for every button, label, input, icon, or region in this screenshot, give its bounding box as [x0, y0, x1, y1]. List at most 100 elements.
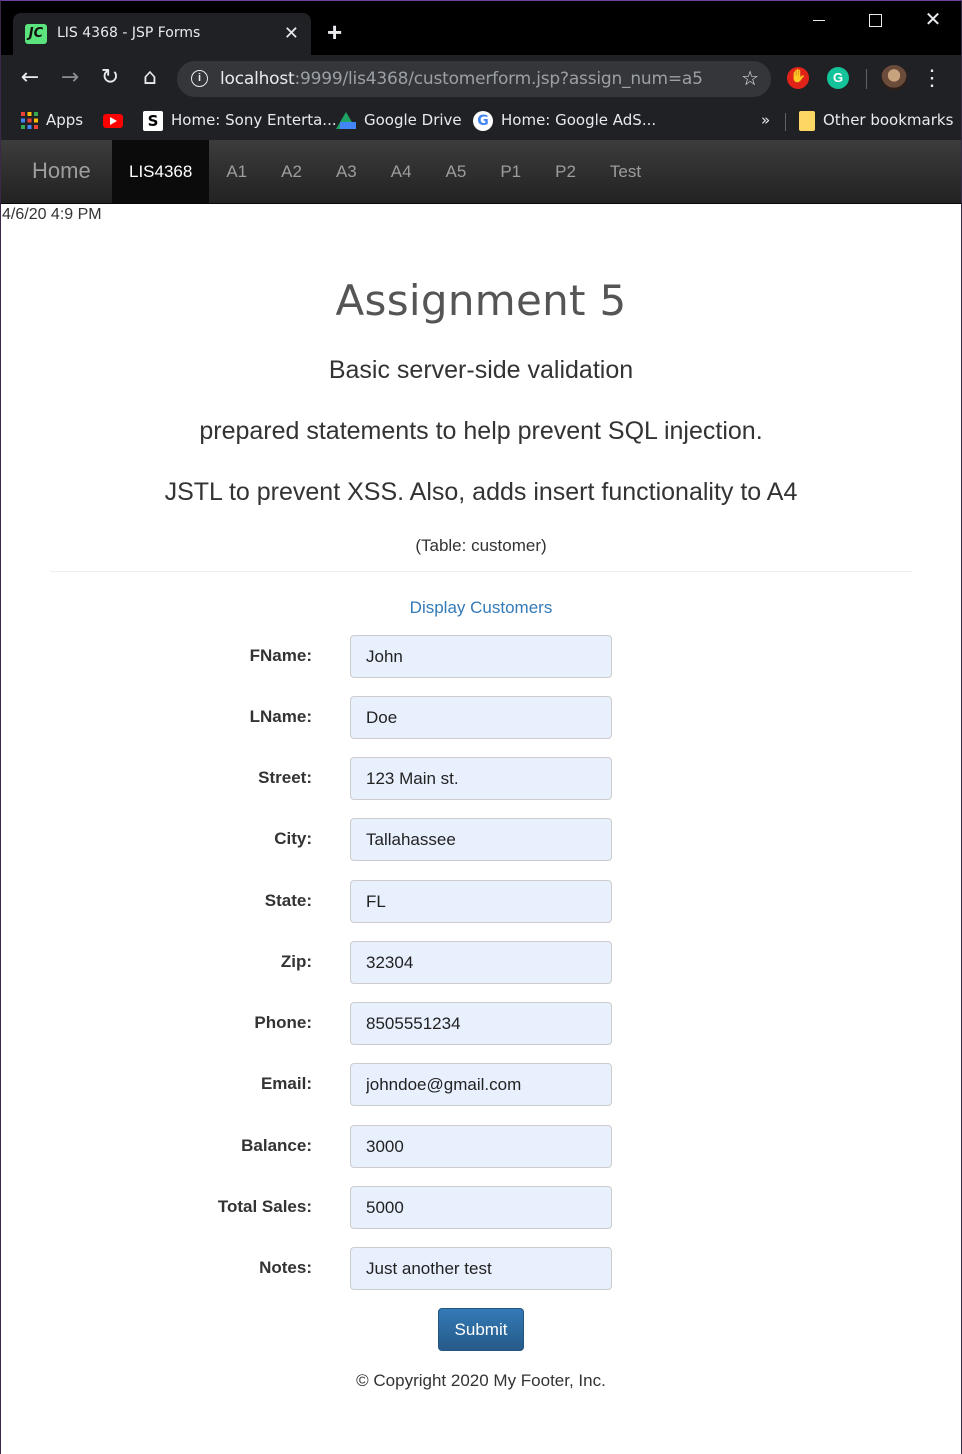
bookmark-google-ads[interactable]: G Home: Google AdS... — [473, 109, 656, 131]
other-bookmarks-folder[interactable]: Other bookmarks — [799, 109, 953, 131]
zip-label: Zip: — [280, 952, 312, 971]
zip-field[interactable] — [350, 941, 612, 984]
browser-tab[interactable]: JC LIS 4368 - JSP Forms ✕ — [13, 13, 311, 55]
nav-item-a5[interactable]: A5 — [429, 140, 484, 203]
grammarly-extension-icon[interactable]: G — [827, 67, 849, 89]
state-field[interactable] — [350, 880, 612, 923]
bookmark-label: Google Drive — [364, 111, 462, 129]
form-row-fname: FName: — [0, 635, 962, 678]
email-field[interactable] — [350, 1063, 612, 1106]
browser-menu-icon[interactable]: ⋮ — [921, 63, 943, 93]
table-info: (Table: customer) — [415, 536, 547, 555]
balance-label: Balance: — [241, 1136, 312, 1155]
apps-grid-icon — [21, 112, 38, 129]
form-row-street: Street: — [0, 757, 962, 800]
nav-item-p2[interactable]: P2 — [538, 140, 593, 203]
close-tab-icon[interactable]: ✕ — [284, 22, 299, 44]
browser-chrome: JC LIS 4368 - JSP Forms ✕ + ✕ ← → ↻ ⌂ i … — [0, 0, 962, 141]
phone-field[interactable] — [350, 1002, 612, 1045]
new-tab-icon[interactable]: + — [327, 17, 342, 47]
bookmark-star-icon[interactable]: ☆ — [741, 66, 759, 91]
close-window-button[interactable]: ✕ — [919, 9, 947, 33]
navbar-brand-home[interactable]: Home — [32, 158, 91, 184]
fname-label: FName: — [249, 646, 312, 665]
lname-label: LName: — [249, 707, 312, 726]
divider — [50, 571, 912, 572]
total-sales-label: Total Sales: — [217, 1197, 312, 1216]
form-row-total-sales: Total Sales: — [0, 1186, 962, 1229]
tab-title: LIS 4368 - JSP Forms — [57, 25, 201, 41]
maximize-window-button[interactable] — [861, 9, 889, 33]
page-title: Assignment 5 — [335, 276, 627, 325]
sony-icon: S — [143, 110, 163, 131]
tab-strip: JC LIS 4368 - JSP Forms ✕ + ✕ — [1, 1, 961, 55]
home-icon[interactable]: ⌂ — [135, 63, 165, 93]
google-icon: G — [473, 110, 493, 131]
adblock-extension-icon[interactable] — [787, 67, 809, 89]
nav-item-test[interactable]: Test — [593, 140, 658, 203]
bookmark-youtube[interactable] — [103, 109, 131, 131]
other-bookmarks-label: Other bookmarks — [823, 111, 954, 129]
display-customers-link[interactable]: Display Customers — [0, 598, 962, 618]
form-row-notes: Notes: — [0, 1247, 962, 1290]
bookmark-label: Apps — [46, 111, 84, 129]
bookmark-google-drive[interactable]: Google Drive — [336, 109, 462, 131]
bookmark-label: Home: Google AdS... — [501, 111, 657, 129]
reload-icon[interactable]: ↻ — [95, 63, 125, 93]
form-row-phone: Phone: — [0, 1002, 962, 1045]
fname-field[interactable] — [350, 635, 612, 678]
bookmark-sony[interactable]: S Home: Sony Enterta... — [143, 109, 337, 131]
form-row-state: State: — [0, 880, 962, 923]
form-row-zip: Zip: — [0, 941, 962, 984]
google-drive-icon — [336, 112, 356, 129]
navbar-items: LIS4368 A1 A2 A3 A4 A5 P1 P2 Test — [112, 140, 658, 203]
favicon-icon: JC — [25, 24, 47, 44]
street-label: Street: — [258, 768, 312, 787]
url-host: localhost — [220, 69, 295, 89]
browser-toolbar: ← → ↻ ⌂ i localhost:9999/lis4368/custome… — [1, 55, 961, 101]
url-text[interactable]: localhost:9999/lis4368/customerform.jsp?… — [220, 69, 703, 89]
apps-grid-svg — [21, 112, 38, 129]
nav-item-lis4368[interactable]: LIS4368 — [112, 140, 210, 203]
city-field[interactable] — [350, 818, 612, 861]
minimize-window-button[interactable] — [805, 9, 833, 33]
subtitle-line-2: prepared statements to help prevent SQL … — [199, 417, 763, 445]
nav-item-a2[interactable]: A2 — [264, 140, 319, 203]
form-row-city: City: — [0, 818, 962, 861]
profile-avatar[interactable] — [881, 65, 907, 91]
bookmark-label: Home: Sony Enterta... — [171, 111, 337, 129]
submit-button[interactable]: Submit — [438, 1308, 524, 1351]
address-bar[interactable]: i localhost:9999/lis4368/customerform.js… — [177, 61, 771, 97]
nav-item-a4[interactable]: A4 — [374, 140, 429, 203]
youtube-icon — [103, 113, 123, 128]
bookmark-apps[interactable]: Apps — [21, 109, 83, 131]
nav-item-p1[interactable]: P1 — [483, 140, 538, 203]
nav-item-a3[interactable]: A3 — [319, 140, 374, 203]
nav-item-a1[interactable]: A1 — [209, 140, 264, 203]
city-label: City: — [274, 829, 312, 848]
notes-field[interactable] — [350, 1247, 612, 1290]
bookmarks-divider — [785, 113, 786, 131]
form-row-email: Email: — [0, 1063, 962, 1106]
subtitle-line-3: JSTL to prevent XSS. Also, adds insert f… — [164, 478, 798, 506]
total-sales-field[interactable] — [350, 1186, 612, 1229]
email-label: Email: — [260, 1074, 312, 1093]
notes-label: Notes: — [259, 1258, 312, 1277]
bookmarks-bar: Apps S Home: Sony Enterta... Google Drive… — [1, 101, 961, 141]
site-navbar: Home LIS4368 A1 A2 A3 A4 A5 P1 P2 Test — [0, 140, 962, 204]
balance-field[interactable] — [350, 1125, 612, 1168]
back-arrow-icon[interactable]: ← — [15, 63, 45, 93]
site-info-icon[interactable]: i — [191, 70, 208, 87]
subtitle-line-1: Basic server-side validation — [328, 356, 634, 384]
phone-label: Phone: — [254, 1013, 312, 1032]
state-label: State: — [264, 891, 312, 910]
forward-arrow-icon[interactable]: → — [55, 63, 85, 93]
form-row-balance: Balance: — [0, 1125, 962, 1168]
url-path: :9999/lis4368/customerform.jsp?assign_nu… — [294, 69, 703, 89]
lname-field[interactable] — [350, 696, 612, 739]
street-field[interactable] — [350, 757, 612, 800]
form-row-lname: LName: — [0, 696, 962, 739]
footer-copyright: © Copyright 2020 My Footer, Inc. — [356, 1371, 606, 1390]
current-datetime: 4/6/20 4:9 PM — [2, 206, 102, 223]
bookmarks-overflow-button[interactable]: » — [761, 109, 770, 131]
